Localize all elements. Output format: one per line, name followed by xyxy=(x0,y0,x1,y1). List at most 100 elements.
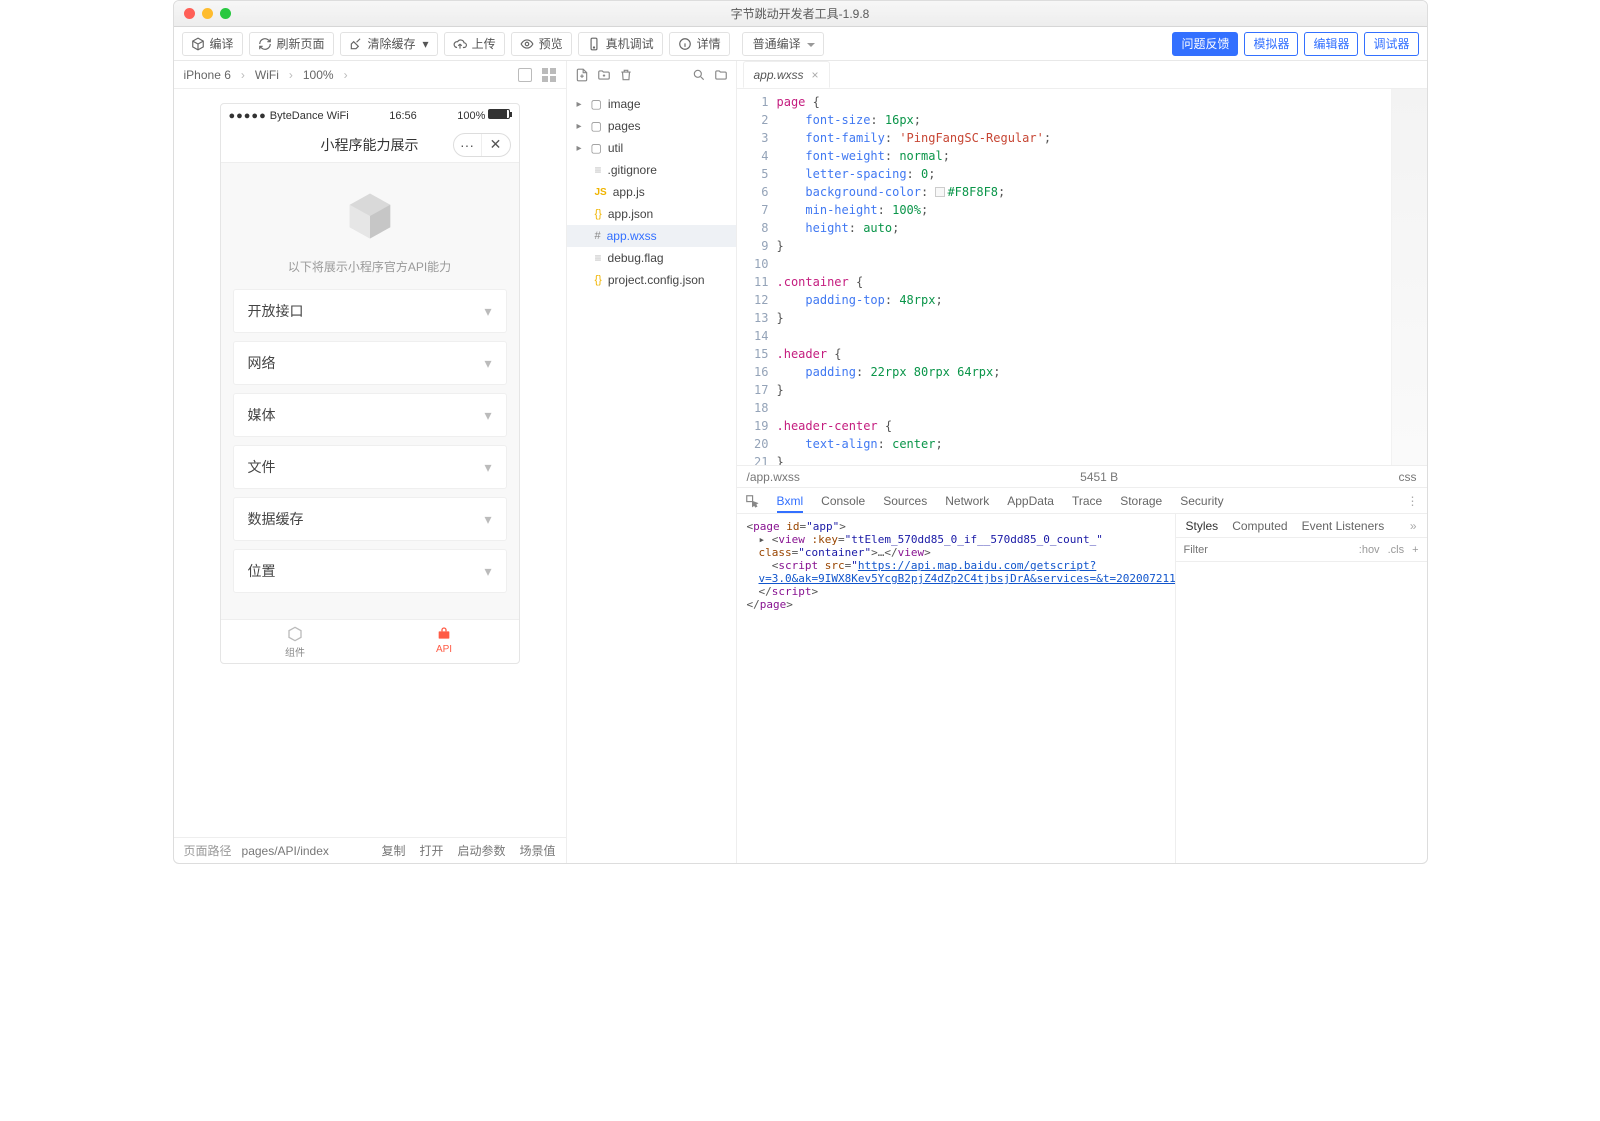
file-node[interactable]: JSapp.js xyxy=(567,181,736,203)
clear-cache-button[interactable]: 清除缓存 ▾ xyxy=(340,32,438,56)
editor-tab[interactable]: app.wxss × xyxy=(743,61,830,88)
css-icon: # xyxy=(595,230,601,242)
chevron-right-icon: › xyxy=(289,68,293,82)
tab-api[interactable]: API xyxy=(370,620,519,663)
editor-statusbar: /app.wxss 5451 B css xyxy=(737,465,1427,487)
copy-layout-icon[interactable] xyxy=(518,68,532,82)
close-tab-icon[interactable]: × xyxy=(812,68,819,82)
file-node[interactable]: #app.wxss xyxy=(567,225,736,247)
styles-filter-row: :hov .cls + xyxy=(1176,538,1427,562)
simulator-toggle[interactable]: 模拟器 xyxy=(1244,32,1298,56)
simulator-column: iPhone 6› WiFi› 100%› ●●●●● ByteDance Wi… xyxy=(174,61,567,863)
folder-icon: ▢ xyxy=(591,119,602,133)
compile-button[interactable]: 编译 xyxy=(182,32,243,56)
refresh-button[interactable]: 刷新页面 xyxy=(249,32,334,56)
status-size: 5451 B xyxy=(800,470,1399,484)
tab-component[interactable]: 组件 xyxy=(221,620,370,663)
more-icon[interactable]: ··· xyxy=(454,134,482,156)
code-editor[interactable]: 1234567891011121314151617181920212223 pa… xyxy=(737,89,1427,465)
real-device-button[interactable]: 真机调试 xyxy=(578,32,663,56)
list-item[interactable]: 开放接口▾ xyxy=(233,289,507,333)
devtools-tab-network[interactable]: Network xyxy=(945,494,989,508)
json-icon: {} xyxy=(595,208,602,220)
eye-icon xyxy=(520,37,534,51)
scene-button[interactable]: 场景值 xyxy=(519,842,555,859)
folder-icon: ▢ xyxy=(591,141,602,155)
cube-icon xyxy=(286,626,304,642)
cls-toggle[interactable]: .cls xyxy=(1388,544,1405,556)
devtools-more-icon[interactable]: ⋮ xyxy=(1407,494,1419,508)
devtools-tab-trace[interactable]: Trace xyxy=(1072,494,1102,508)
devtools-tab-storage[interactable]: Storage xyxy=(1120,494,1162,508)
open-button[interactable]: 打开 xyxy=(419,842,443,859)
minimize-icon[interactable] xyxy=(202,8,213,19)
file-node[interactable]: {}project.config.json xyxy=(567,269,736,291)
signal-icon: ●●●●● xyxy=(229,110,267,122)
cube-icon xyxy=(191,37,205,51)
copy-button[interactable]: 复制 xyxy=(381,842,405,859)
new-file-icon[interactable] xyxy=(575,68,589,82)
chevron-right-icon: ▸ xyxy=(577,121,585,132)
cloud-upload-icon xyxy=(453,37,467,51)
styles-tab-computed[interactable]: Computed xyxy=(1232,519,1287,533)
add-rule-button[interactable]: + xyxy=(1412,544,1418,556)
devtools-tab-bxml[interactable]: Bxml xyxy=(777,494,804,513)
compile-mode-select[interactable]: 普通编译 xyxy=(742,32,824,56)
folder-node[interactable]: ▸▢image xyxy=(567,93,736,115)
search-icon[interactable] xyxy=(692,68,706,82)
locate-file-icon[interactable] xyxy=(714,68,728,82)
titlebar[interactable]: 字节跳动开发者工具-1.9.8 xyxy=(174,1,1427,27)
styles-more-icon[interactable]: » xyxy=(1410,519,1417,533)
file-explorer: ▸▢image▸▢pages▸▢util≡.gitignoreJSapp.js{… xyxy=(567,61,737,863)
devtools-tab-security[interactable]: Security xyxy=(1180,494,1223,508)
hov-toggle[interactable]: :hov xyxy=(1359,544,1380,556)
list-item[interactable]: 数据缓存▾ xyxy=(233,497,507,541)
phone-simulator: ●●●●● ByteDance WiFi 16:56 100% 小程序能力展示 … xyxy=(220,103,520,664)
upload-button[interactable]: 上传 xyxy=(444,32,505,56)
capsule-button[interactable]: ··· ✕ xyxy=(453,133,511,157)
styles-tab-styles[interactable]: Styles xyxy=(1186,519,1219,533)
refresh-icon xyxy=(258,37,272,51)
devtools-tab-sources[interactable]: Sources xyxy=(883,494,927,508)
detail-button[interactable]: 详情 xyxy=(669,32,730,56)
folder-node[interactable]: ▸▢pages xyxy=(567,115,736,137)
file-toolbar xyxy=(567,61,736,89)
close-icon[interactable]: ✕ xyxy=(482,134,510,156)
grid-icon[interactable] xyxy=(542,68,556,82)
elements-panel[interactable]: <page id="app"> ▸ <view :key="ttElem_570… xyxy=(737,514,1175,863)
inspect-icon[interactable] xyxy=(745,494,759,508)
status-bar: ●●●●● ByteDance WiFi 16:56 100% xyxy=(221,104,519,127)
file-node[interactable]: {}app.json xyxy=(567,203,736,225)
devtools-tab-appdata[interactable]: AppData xyxy=(1007,494,1054,508)
close-icon[interactable] xyxy=(184,8,195,19)
preview-button[interactable]: 预览 xyxy=(511,32,572,56)
boot-args-button[interactable]: 启动参数 xyxy=(457,842,505,859)
list-item[interactable]: 媒体▾ xyxy=(233,393,507,437)
list-item[interactable]: 文件▾ xyxy=(233,445,507,489)
list-item[interactable]: 网络▾ xyxy=(233,341,507,385)
maximize-icon[interactable] xyxy=(220,8,231,19)
file-node[interactable]: ≡debug.flag xyxy=(567,247,736,269)
new-folder-icon[interactable] xyxy=(597,68,611,82)
feedback-button[interactable]: 问题反馈 xyxy=(1172,32,1238,56)
devtools-tab-console[interactable]: Console xyxy=(821,494,865,508)
editor-tabs: app.wxss × xyxy=(737,61,1427,89)
folder-node[interactable]: ▸▢util xyxy=(567,137,736,159)
status-lang: css xyxy=(1399,470,1417,484)
code-area[interactable]: page { font-size: 16px; font-family: 'Pi… xyxy=(777,89,1391,465)
styles-filter-input[interactable] xyxy=(1184,544,1351,556)
route-path: pages/API/index xyxy=(242,844,329,858)
traffic-lights xyxy=(184,8,231,19)
route-label: 页面路径 xyxy=(184,842,232,859)
network-select[interactable]: WiFi xyxy=(255,68,279,82)
minimap[interactable] xyxy=(1391,89,1427,465)
zoom-select[interactable]: 100% xyxy=(303,68,334,82)
file-node[interactable]: ≡.gitignore xyxy=(567,159,736,181)
chevron-right-icon: › xyxy=(344,68,348,82)
device-select[interactable]: iPhone 6 xyxy=(184,68,231,82)
editor-toggle[interactable]: 编辑器 xyxy=(1304,32,1358,56)
list-item[interactable]: 位置▾ xyxy=(233,549,507,593)
styles-tab-listeners[interactable]: Event Listeners xyxy=(1302,519,1385,533)
debugger-toggle[interactable]: 调试器 xyxy=(1364,32,1418,56)
trash-icon[interactable] xyxy=(619,68,633,82)
